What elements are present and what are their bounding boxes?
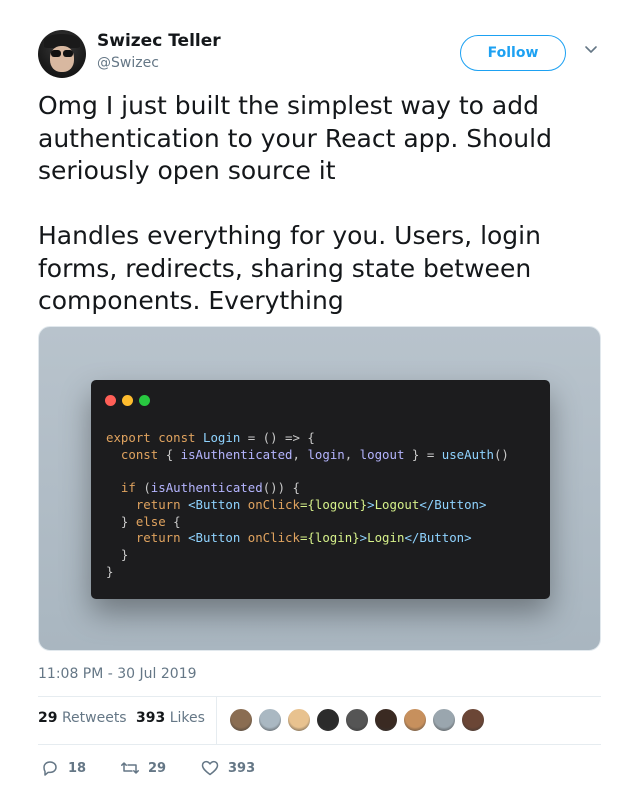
code-token: isAuthenticated — [150, 480, 263, 496]
code-token: , — [292, 446, 308, 462]
code-token: if — [106, 480, 144, 496]
follow-button[interactable]: Follow — [460, 35, 566, 71]
reply-count: 18 — [68, 760, 87, 776]
heart-icon — [201, 760, 219, 776]
code-token: return — [106, 496, 189, 512]
tweet-actions: 18 29 393 — [38, 754, 601, 782]
window-maximize-dot — [139, 395, 150, 406]
author-name[interactable]: Swizec Teller — [97, 31, 221, 51]
likes-stat[interactable]: 393 Likes — [136, 710, 205, 726]
code-line: } else { — [106, 514, 509, 531]
code-token: () — [493, 446, 509, 462]
code-token: ={logout} — [299, 496, 368, 512]
like-count: 393 — [228, 760, 256, 776]
code-token: login — [307, 446, 345, 462]
avatar-glasses-left — [51, 50, 61, 57]
retweet-count: 29 — [148, 760, 167, 776]
code-token: = () => { — [240, 430, 315, 445]
retweet-button[interactable]: 29 — [120, 758, 166, 778]
code-token: } — [106, 513, 136, 529]
code-token: > — [359, 530, 368, 546]
tweet-header: Swizec Teller @Swizec Follow — [38, 28, 608, 80]
code-line: } — [106, 564, 509, 581]
liker-avatar[interactable] — [258, 708, 282, 732]
code-token: </Button> — [404, 530, 472, 546]
divider — [38, 744, 601, 745]
liker-avatar[interactable] — [374, 708, 398, 732]
liker-avatar[interactable] — [432, 708, 456, 732]
code-token: } — [106, 546, 129, 562]
liker-avatar[interactable] — [287, 708, 311, 732]
retweet-icon — [121, 762, 139, 774]
code-token: const — [106, 446, 166, 462]
code-token: Logout — [374, 496, 420, 512]
tweet-text: Omg I just built the simplest way to add… — [38, 91, 552, 315]
retweets-stat[interactable]: 29 Retweets — [38, 710, 127, 726]
code-line: return <Button onClick={login}>Login</Bu… — [106, 530, 509, 547]
code-token: { — [165, 513, 181, 529]
stats-separator — [216, 697, 217, 744]
code-token: ( — [143, 480, 151, 496]
likes-label: Likes — [169, 710, 205, 726]
code-token: Login — [202, 430, 241, 445]
code-token: ()) { — [262, 480, 300, 496]
code-token: export const — [106, 430, 203, 445]
code-token: } — [106, 563, 114, 579]
retweets-label: Retweets — [61, 710, 127, 726]
like-button[interactable]: 393 — [200, 758, 255, 778]
code-line: } — [106, 547, 509, 564]
code-token: { — [165, 446, 181, 462]
code-token: logout — [359, 446, 405, 462]
window-minimize-dot — [122, 395, 133, 406]
code-token: , — [344, 446, 360, 462]
code-token: onClick — [247, 530, 300, 546]
code-token: <Button — [188, 496, 248, 512]
code-line: export const Login = () => { — [106, 430, 509, 447]
code-token: isAuthenticated — [180, 446, 293, 462]
chevron-down-icon[interactable] — [584, 42, 598, 56]
window-close-dot — [105, 395, 116, 406]
tweet-media-image[interactable]: export const Login = () => { const { isA… — [38, 326, 601, 651]
retweets-count: 29 — [38, 710, 58, 726]
code-token: return — [106, 530, 189, 546]
code-line: if (isAuthenticated()) { — [106, 480, 509, 497]
code-token: useAuth — [441, 446, 494, 462]
code-line: return <Button onClick={logout}>Logout</… — [106, 497, 509, 514]
avatar[interactable] — [38, 30, 86, 78]
code-token: <Button — [188, 530, 248, 546]
tweet-timestamp[interactable]: 11:08 PM - 30 Jul 2019 — [38, 666, 197, 682]
avatar-glasses-right — [63, 50, 73, 57]
liker-avatar[interactable] — [229, 708, 253, 732]
liker-avatar[interactable] — [316, 708, 340, 732]
code-token: ={login} — [299, 530, 360, 546]
code-editor-window: export const Login = () => { const { isA… — [91, 380, 550, 599]
author-handle[interactable]: @Swizec — [97, 55, 159, 71]
code-token: </Button> — [419, 496, 487, 512]
code-token: } = — [404, 446, 442, 462]
liker-avatar[interactable] — [461, 708, 485, 732]
reply-icon — [43, 761, 57, 776]
code-block: export const Login = () => { const { isA… — [106, 430, 509, 580]
code-token: else — [135, 513, 166, 529]
code-token: onClick — [247, 496, 300, 512]
code-line: const { isAuthenticated, login, logout }… — [106, 447, 509, 464]
tweet-stats: 29 Retweets 393 Likes — [38, 697, 601, 744]
liker-avatar[interactable] — [345, 708, 369, 732]
code-token: > — [367, 496, 375, 512]
code-token: Login — [367, 530, 405, 546]
likes-count: 393 — [136, 710, 166, 726]
liker-avatar[interactable] — [403, 708, 427, 732]
reply-button[interactable]: 18 — [40, 758, 86, 778]
